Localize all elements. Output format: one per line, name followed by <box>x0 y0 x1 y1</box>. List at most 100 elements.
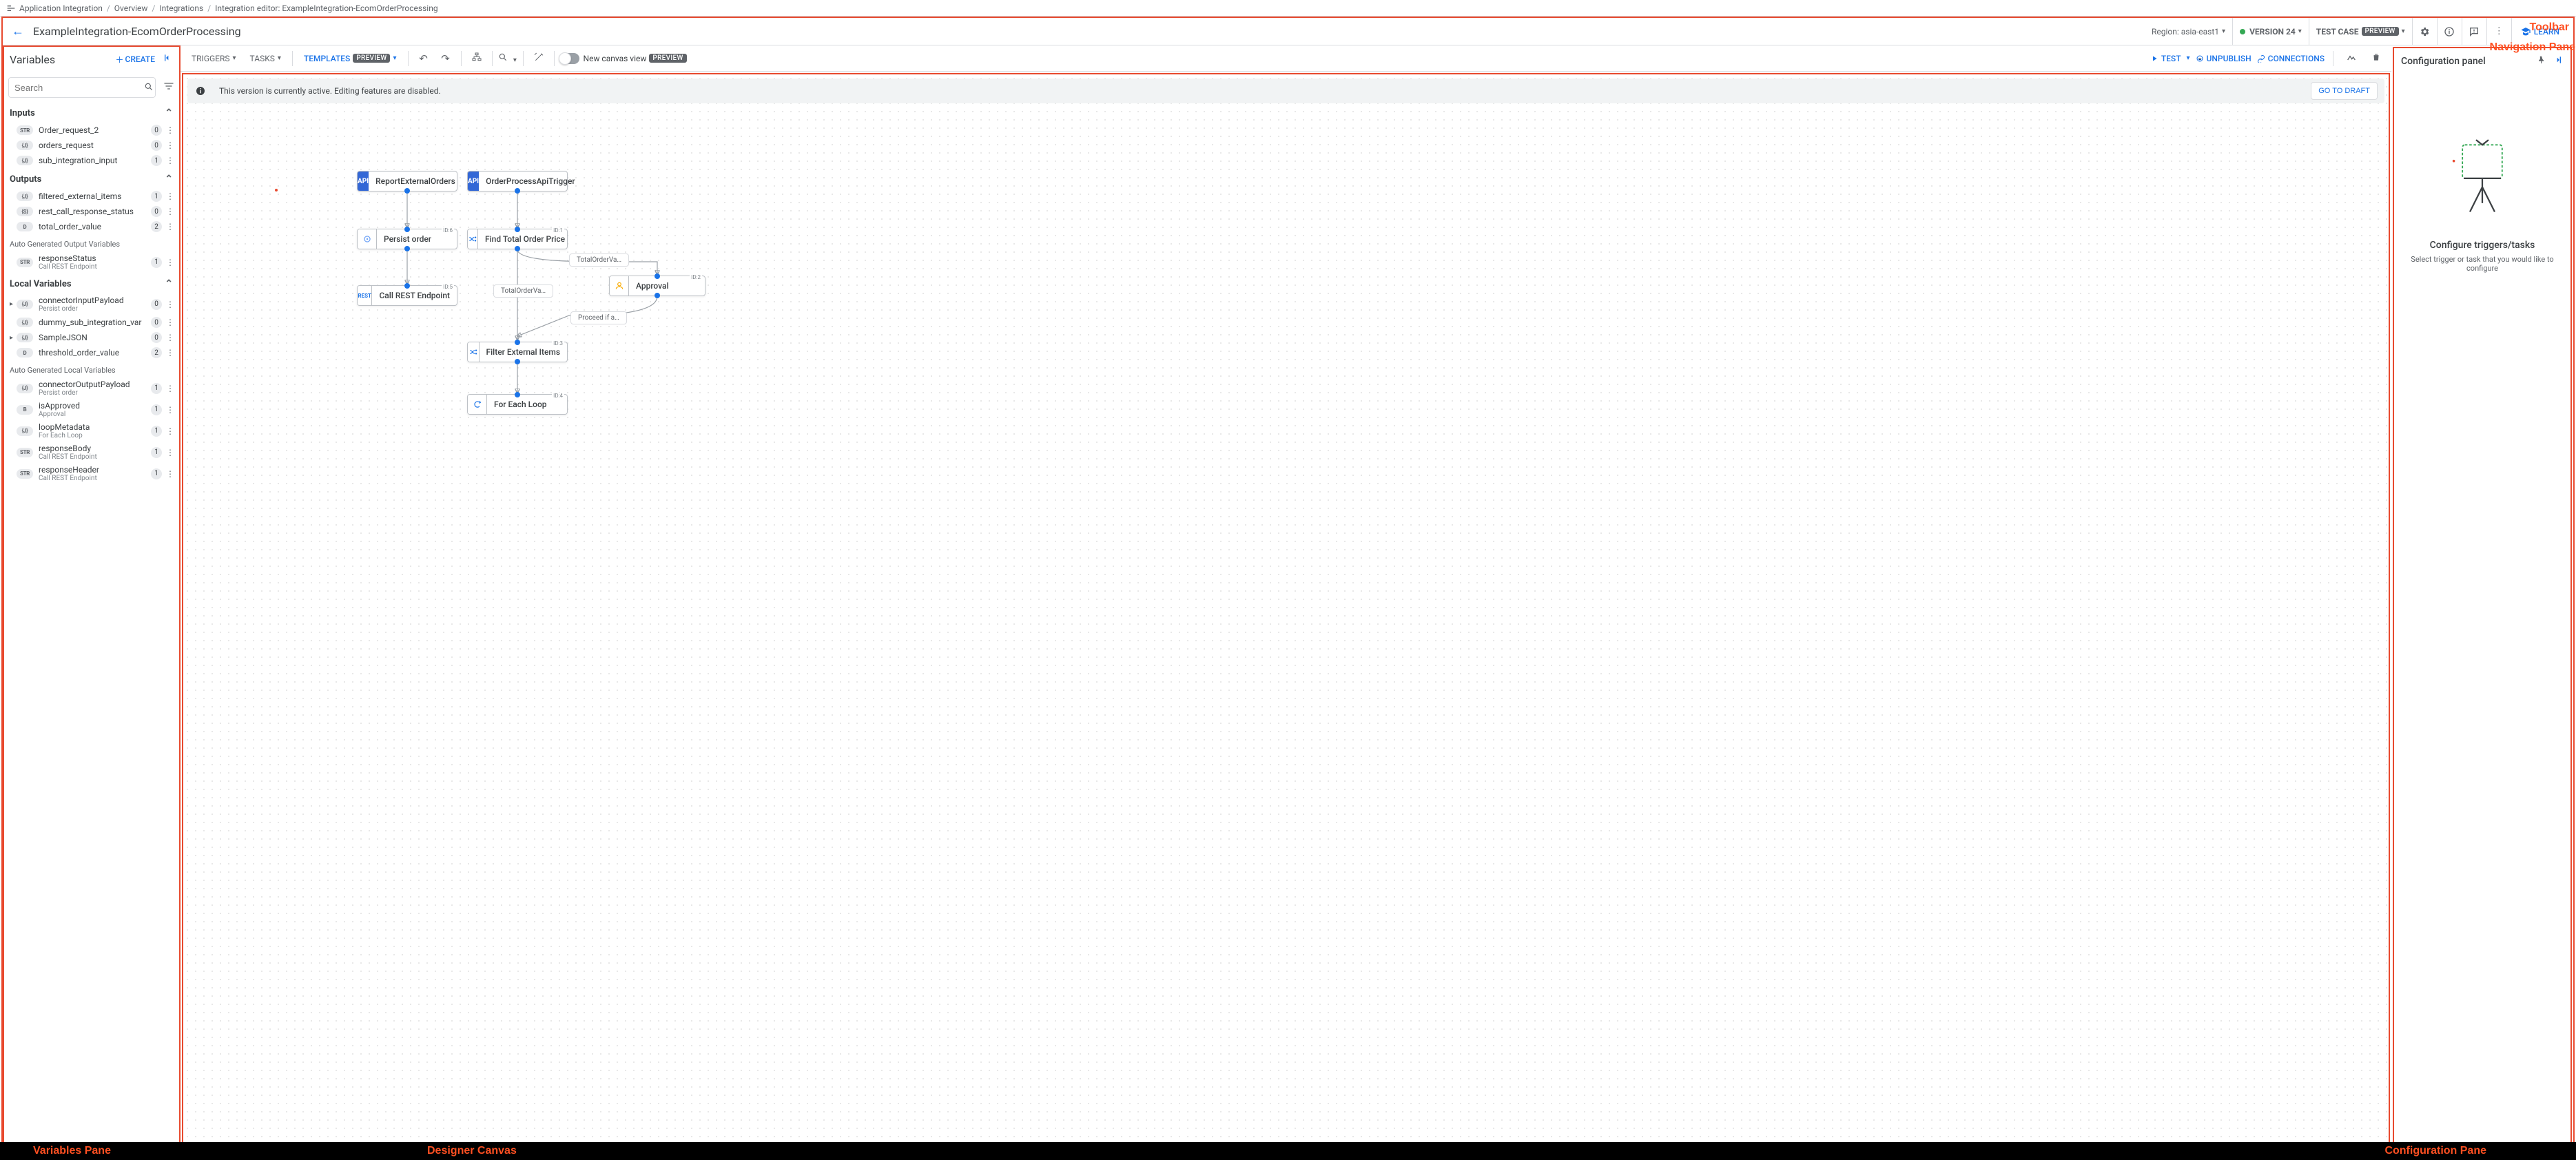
row-more-icon[interactable]: ⋮ <box>165 405 176 415</box>
info-icon[interactable] <box>2437 18 2462 45</box>
tasks-menu[interactable]: TASKS ▾ <box>245 49 287 68</box>
collapse-pane-icon[interactable] <box>162 52 173 66</box>
usage-count: 2 <box>151 347 162 358</box>
node-find-price[interactable]: Find Total Order Price ID:1 <box>467 229 568 249</box>
section-outputs[interactable]: Outputs⌃ <box>3 168 180 189</box>
node-rest[interactable]: REST Call REST Endpoint ID:5 <box>357 285 457 306</box>
variable-row[interactable]: ▸ STR Order_request_2 0 ⋮ <box>3 123 180 138</box>
templates-menu[interactable]: TEMPLATES PREVIEW ▾ <box>298 49 402 68</box>
test-button[interactable]: TEST ▾ <box>2150 54 2190 63</box>
edge-label[interactable]: TotalOrderVa… <box>493 284 553 298</box>
bc-2[interactable]: Integrations <box>159 3 203 13</box>
row-more-icon[interactable]: ⋮ <box>165 333 176 342</box>
pin-icon[interactable] <box>2536 55 2546 68</box>
node-report-external[interactable]: API ReportExternalOrders <box>357 171 457 191</box>
variable-row[interactable]: ▸ STR responseStatusCall REST Endpoint 1… <box>3 251 180 273</box>
feedback-icon[interactable] <box>2462 18 2486 45</box>
variable-row[interactable]: ▸ {S} rest_call_response_status 0 ⋮ <box>3 204 180 219</box>
variable-row[interactable]: ▸ {J} sub_integration_input 1 ⋮ <box>3 153 180 168</box>
anno-canvas: Designer Canvas <box>427 1145 517 1157</box>
unpublish-button[interactable]: UNPUBLISH <box>2196 54 2252 63</box>
go-to-draft-button[interactable]: GO TO DRAFT <box>2311 82 2378 100</box>
section-inputs[interactable]: Inputs⌃ <box>3 102 180 123</box>
delete-icon[interactable] <box>2367 52 2386 65</box>
row-more-icon[interactable]: ⋮ <box>165 426 176 436</box>
variable-row[interactable]: ▸ B isApprovedApproval 1 ⋮ <box>3 399 180 420</box>
triggers-menu[interactable]: TRIGGERS ▾ <box>186 49 242 68</box>
usage-count: 0 <box>151 299 162 310</box>
variable-row[interactable]: ▸ {J} SampleJSON 0 ⋮ <box>3 330 180 345</box>
redo-icon[interactable]: ↷ <box>436 52 455 65</box>
logs-icon[interactable] <box>2342 52 2361 65</box>
bc-1[interactable]: Overview <box>114 3 148 13</box>
variable-row[interactable]: ▸ D total_order_value 2 ⋮ <box>3 219 180 234</box>
anno-confpane: Configuration Pane <box>2384 1145 2486 1157</box>
type-badge: STR <box>17 469 33 479</box>
usage-count: 1 <box>151 191 162 202</box>
variable-row[interactable]: ▸ STR responseBodyCall REST Endpoint 1 ⋮ <box>3 442 180 463</box>
type-badge: {J} <box>17 300 33 309</box>
variable-row[interactable]: ▸ D threshold_order_value 2 ⋮ <box>3 345 180 360</box>
row-more-icon[interactable]: ⋮ <box>165 222 176 231</box>
auto-layout-icon[interactable] <box>467 52 486 65</box>
node-filter[interactable]: Filter External Items ID:3 <box>467 342 568 362</box>
back-button[interactable]: ← <box>8 24 28 39</box>
node-persist-order[interactable]: Persist order ID:6 <box>357 229 457 249</box>
variable-row[interactable]: ▸ {J} connectorInputPayloadPersist order… <box>3 293 180 315</box>
testcase-chip[interactable]: TEST CASE PREVIEW ▾ <box>2309 18 2412 45</box>
chevron-up-icon[interactable]: ⌃ <box>165 174 173 185</box>
create-variable-button[interactable]: ＋ CREATE <box>116 54 156 65</box>
canvas-toolbar: TRIGGERS ▾ TASKS ▾ TEMPLATES PREVIEW ▾ ↶… <box>181 45 2391 72</box>
connections-button[interactable]: CONNECTIONS <box>2257 54 2325 63</box>
variable-row[interactable]: ▸ {J} dummy_sub_integration_var 0 ⋮ <box>3 315 180 330</box>
region-chip[interactable]: Region: asia-east1 ▾ <box>2145 18 2232 45</box>
row-more-icon[interactable]: ⋮ <box>165 348 176 358</box>
variable-row[interactable]: ▸ {J} filtered_external_items 1 ⋮ <box>3 189 180 204</box>
zoom-icon[interactable]: ▾ <box>498 52 517 65</box>
row-more-icon[interactable]: ⋮ <box>165 141 176 150</box>
row-more-icon[interactable]: ⋮ <box>165 156 176 165</box>
node-order-trigger[interactable]: API OrderProcessApiTrigger <box>467 171 568 191</box>
info-banner: This version is currently active. Editin… <box>187 79 2384 103</box>
chevron-up-icon[interactable]: ⌃ <box>165 278 173 289</box>
section-local[interactable]: Local Variables⌃ <box>3 273 180 293</box>
type-badge: {J} <box>17 318 33 327</box>
easel-illustration <box>2451 136 2513 219</box>
row-more-icon[interactable]: ⋮ <box>165 207 176 216</box>
variable-row[interactable]: ▸ {J} loopMetadataFor Each Loop 1 ⋮ <box>3 420 180 442</box>
wand-icon[interactable] <box>529 52 548 65</box>
row-more-icon[interactable]: ⋮ <box>165 125 176 135</box>
version-chip[interactable]: VERSION 24 ▾ <box>2232 18 2309 45</box>
usage-count: 0 <box>151 140 162 151</box>
node-loop[interactable]: For Each Loop ID:4 <box>467 394 568 415</box>
node-approval[interactable]: Approval ID:2 <box>609 276 705 296</box>
variable-search-input[interactable] <box>8 77 156 98</box>
designer-canvas[interactable]: This version is currently active. Editin… <box>182 73 2390 1157</box>
variable-row[interactable]: ▸ STR responseHeaderCall REST Endpoint 1… <box>3 463 180 484</box>
canvas-view-toggle[interactable]: New canvas view PREVIEW <box>560 53 687 64</box>
variable-row[interactable]: ▸ {J} orders_request 0 ⋮ <box>3 138 180 153</box>
bc-0[interactable]: Application Integration <box>19 3 103 13</box>
row-more-icon[interactable]: ⋮ <box>165 318 176 327</box>
undo-icon[interactable]: ↶ <box>414 52 433 65</box>
chevron-up-icon[interactable]: ⌃ <box>165 107 173 118</box>
usage-count: 1 <box>151 257 162 268</box>
row-more-icon[interactable]: ⋮ <box>165 384 176 393</box>
row-more-icon[interactable]: ⋮ <box>165 469 176 479</box>
expand-icon[interactable]: ▸ <box>10 300 17 308</box>
usage-count: 1 <box>151 155 162 166</box>
row-more-icon[interactable]: ⋮ <box>165 258 176 267</box>
api-icon: API <box>468 172 479 191</box>
variables-title: Variables <box>10 53 55 66</box>
edge-label[interactable]: Proceed if a… <box>570 311 627 324</box>
filter-icon[interactable] <box>163 81 174 94</box>
edge-label[interactable]: TotalOrderVa… <box>569 253 629 267</box>
row-more-icon[interactable]: ⋮ <box>165 191 176 201</box>
variable-row[interactable]: ▸ {J} connectorOutputPayloadPersist orde… <box>3 377 180 399</box>
row-more-icon[interactable]: ⋮ <box>165 448 176 457</box>
settings-icon[interactable] <box>2412 18 2437 45</box>
row-more-icon[interactable]: ⋮ <box>165 300 176 309</box>
expand-pane-icon[interactable] <box>2553 54 2564 68</box>
expand-icon[interactable]: ▸ <box>10 334 17 342</box>
info-banner-icon <box>194 85 207 97</box>
